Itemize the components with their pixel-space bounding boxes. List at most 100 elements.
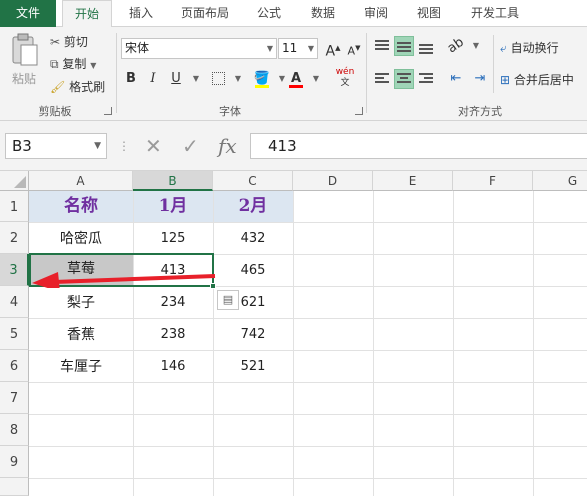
decrease-indent-button[interactable]: ⇤ [446, 69, 466, 89]
row-header-7[interactable]: 7 [0, 382, 29, 414]
cell-b1[interactable]: 1月 [133, 191, 213, 222]
shrink-font-button[interactable]: A▼ [344, 38, 364, 58]
paste-label: 粘贴 [11, 72, 36, 86]
row-header-8[interactable]: 8 [0, 414, 29, 446]
column-header-b[interactable]: B [133, 171, 213, 191]
tab-home[interactable]: 开始 [62, 0, 112, 28]
column-header-e[interactable]: E [373, 171, 453, 191]
clipboard-launcher-icon[interactable] [104, 107, 112, 115]
grow-font-button[interactable]: A▲ [323, 38, 343, 60]
shrink-font-icon: A [347, 44, 356, 58]
font-name-select[interactable]: 宋体 ▼ [121, 38, 277, 59]
column-header-g[interactable]: G [533, 171, 587, 191]
row-header-3[interactable]: 3 [0, 254, 29, 286]
align-center-button[interactable] [394, 69, 414, 89]
italic-button[interactable]: I [143, 69, 163, 89]
insert-function-icon[interactable]: fx [218, 133, 237, 159]
paste-options-icon[interactable]: ▤ [217, 290, 239, 310]
format-painter-label: 格式刷 [69, 80, 106, 94]
name-box-value: B3 [12, 137, 32, 155]
wrap-text-icon: ⤶ [500, 41, 507, 55]
format-painter-button[interactable]: 🖌 格式刷 [50, 78, 105, 95]
column-header-a[interactable]: A [29, 171, 133, 191]
decrease-indent-icon: ⇤ [450, 71, 462, 86]
font-color-dropdown[interactable]: ▼ [306, 69, 326, 89]
gridline [373, 191, 374, 496]
merge-center-button[interactable]: ⊞ 合并后居中 [500, 71, 574, 88]
copy-icon: ⧉ [50, 57, 59, 71]
cell-a2[interactable]: 哈密瓜 [29, 222, 133, 254]
select-all-corner[interactable] [0, 171, 29, 191]
merge-center-label: 合并后居中 [513, 73, 574, 87]
row-header-1[interactable]: 1 [0, 191, 29, 222]
row-header-2[interactable]: 2 [0, 222, 29, 254]
wrap-text-button[interactable]: ⤶ 自动换行 [500, 39, 559, 56]
cell-c5[interactable]: 742 [213, 318, 293, 350]
cell-c1[interactable]: 2月 [213, 191, 293, 222]
phonetic-button[interactable]: wén 文 [332, 67, 358, 88]
gridline [293, 191, 294, 496]
tab-page-layout[interactable]: 页面布局 [172, 0, 238, 27]
font-size-select[interactable]: 11 ▼ [278, 38, 318, 59]
row-header-4[interactable]: 4 [0, 286, 29, 318]
cell-b4[interactable]: 234 [133, 286, 213, 318]
cell-a4[interactable]: 梨子 [29, 286, 133, 318]
increase-indent-button[interactable]: ⇥ [470, 69, 490, 89]
font-color-icon: A [290, 71, 302, 86]
cell-a6[interactable]: 车厘子 [29, 350, 133, 382]
cell-b5[interactable]: 238 [133, 318, 213, 350]
tab-formulas[interactable]: 公式 [246, 0, 292, 27]
paste-button[interactable]: 粘贴 [6, 33, 42, 93]
grow-font-icon: A [325, 43, 336, 60]
border-dropdown[interactable]: ▼ [228, 69, 248, 89]
tab-developer[interactable]: 开发工具 [462, 0, 528, 27]
font-name-value: 宋体 [125, 41, 150, 55]
cell-c2[interactable]: 432 [213, 222, 293, 254]
orientation-icon: ab [444, 34, 467, 57]
column-header-d[interactable]: D [293, 171, 373, 191]
name-box[interactable]: B3 ▼ [5, 133, 107, 159]
column-header-c[interactable]: C [213, 171, 293, 191]
align-bottom-button[interactable] [416, 36, 436, 56]
cancel-icon[interactable]: ✕ [145, 133, 162, 159]
tab-review[interactable]: 审阅 [353, 0, 399, 27]
border-button[interactable] [208, 69, 228, 89]
tab-data[interactable]: 数据 [300, 0, 346, 27]
clipboard-group-label: 剪贴板 [38, 105, 72, 118]
font-launcher-icon[interactable] [355, 107, 363, 115]
cut-button[interactable]: ✂ 剪切 [50, 33, 88, 50]
worksheet-grid[interactable]: A B C D E F G 1 2 3 4 5 6 7 8 9 名称 1月 2月… [0, 171, 587, 496]
cell-c6[interactable]: 521 [213, 350, 293, 382]
underline-dropdown[interactable]: ▼ [186, 69, 206, 89]
tab-view[interactable]: 视图 [406, 0, 452, 27]
column-header-f[interactable]: F [453, 171, 533, 191]
underline-button[interactable]: U [166, 69, 186, 89]
phonetic-icon: wén [335, 67, 355, 77]
row-header-6[interactable]: 6 [0, 350, 29, 382]
orientation-dropdown[interactable]: ▼ [466, 36, 486, 56]
brush-icon: 🖌 [50, 80, 66, 94]
orientation-button[interactable]: ab [444, 34, 467, 57]
row-header-10[interactable] [0, 478, 29, 496]
cell-c3[interactable]: 465 [213, 254, 293, 286]
copy-button[interactable]: ⧉ 复制 ▼ [50, 55, 96, 72]
align-right-button[interactable] [416, 69, 436, 89]
font-color-button[interactable]: A [286, 69, 306, 89]
bold-button[interactable]: B [121, 69, 141, 89]
cell-a5[interactable]: 香蕉 [29, 318, 133, 350]
enter-icon[interactable]: ✓ [182, 133, 199, 159]
fill-color-button[interactable]: 🪣 [252, 69, 272, 89]
font-group-label: 字体 [219, 105, 241, 118]
cell-b6[interactable]: 146 [133, 350, 213, 382]
align-left-button[interactable] [372, 69, 392, 89]
align-middle-button[interactable] [394, 36, 414, 56]
row-header-9[interactable]: 9 [0, 446, 29, 478]
more-icon: ⋮ [118, 139, 130, 153]
tab-insert[interactable]: 插入 [118, 0, 164, 27]
tab-file[interactable]: 文件 [0, 0, 56, 27]
cell-a1[interactable]: 名称 [29, 191, 133, 222]
align-top-button[interactable] [372, 36, 392, 56]
formula-input[interactable]: 413 [250, 133, 587, 159]
row-header-5[interactable]: 5 [0, 318, 29, 350]
cell-b2[interactable]: 125 [133, 222, 213, 254]
